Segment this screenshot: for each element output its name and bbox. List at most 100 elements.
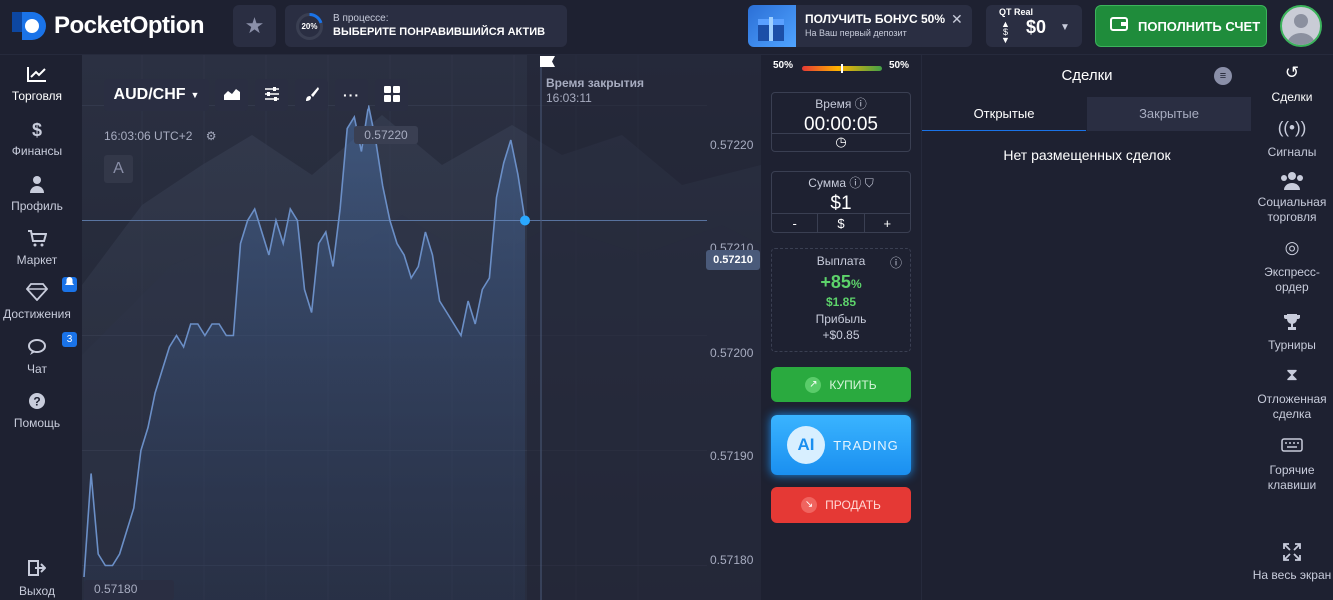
logo-icon [12, 10, 50, 42]
right-sidebar: ↺ Сделки ((•)) Сигналы Социальная торгов… [1251, 55, 1333, 600]
left-sidebar: Торговля $ Финансы Профиль Маркет Достиж… [0, 55, 77, 600]
nav-deals[interactable]: ↺ Сделки [1251, 64, 1333, 105]
nav-fullscreen[interactable]: На весь экран [1251, 543, 1333, 583]
close-icon[interactable]: ✕ [951, 11, 963, 28]
payout-box: Выплата ⓘ +85% $1.85 Прибыль +$0.85 [771, 248, 911, 352]
wallet-icon [1110, 16, 1128, 37]
svg-text:?: ? [33, 395, 40, 409]
onboarding-progress[interactable]: 20% В процессе: ВЫБЕРИТЕ ПОНРАВИВШИЙСЯ А… [285, 5, 567, 47]
account-selector[interactable]: QT Real ▲ $ ▼ $0 ▼ [986, 5, 1082, 47]
cart-icon [0, 229, 74, 251]
nav-signals[interactable]: ((•)) Сигналы [1251, 119, 1333, 160]
nav-express[interactable]: ◎ Экспресс-ордер [1251, 239, 1333, 295]
y-tick: 0.57190 [710, 449, 754, 463]
buy-button[interactable]: ↗ КУПИТЬ [771, 367, 911, 402]
nav-social[interactable]: Социальная торговля [1251, 170, 1333, 225]
sentiment-sell: 50% [888, 60, 909, 71]
nav-chat-label: Чат [27, 362, 47, 376]
sell-label: ПРОДАТЬ [825, 498, 881, 512]
ai-badge: AI [787, 426, 825, 464]
timeframe-tag[interactable]: 0.57180 [84, 580, 174, 600]
nav-market[interactable]: Маркет [0, 229, 74, 267]
indicators-button[interactable] [255, 79, 288, 111]
ai-trading-button[interactable]: AI TRADING [771, 415, 911, 475]
nav-achievements-label: Достижения [3, 307, 71, 321]
price-chart[interactable]: AUD/CHF ▼ ··· 16:03:06 UTC+2 ⚙ A 0.57220… [82, 55, 761, 600]
deposit-button[interactable]: ПОПОЛНИТЬ СЧЕТ [1095, 5, 1267, 47]
favorites-button[interactable]: ★ [233, 5, 276, 47]
nav-exit[interactable]: Выход [0, 560, 74, 598]
nav-help-label: Помощь [13, 416, 61, 430]
avatar[interactable] [1280, 5, 1322, 47]
nav-chat[interactable]: Чат 3 [0, 332, 77, 376]
chevron-down-icon: ▼ [190, 90, 200, 100]
server-time-value: 16:03:06 UTC+2 [104, 129, 193, 143]
nav-tournaments[interactable]: Турниры [1251, 313, 1333, 353]
close-time: Время закрытия 16:03:11 [540, 56, 644, 106]
help-icon: ⓘ [849, 176, 862, 190]
nav-pending-label: Отложенная сделка [1257, 392, 1327, 421]
asset-selector[interactable]: AUD/CHF ▼ [104, 79, 209, 111]
clock-icon[interactable]: ◷ [772, 133, 910, 151]
gear-icon[interactable]: ⚙ [206, 129, 217, 143]
tab-open[interactable]: Открытые [922, 97, 1086, 131]
list-icon[interactable]: ≡ [1214, 67, 1232, 85]
nav-trading[interactable]: Торговля [0, 65, 74, 103]
asset-pair: AUD/CHF [113, 86, 186, 103]
time-control: Время ⓘ 00:00:05 ◷ [771, 92, 911, 152]
nav-achievements[interactable]: Достижения [0, 277, 77, 321]
more-button[interactable]: ··· [335, 79, 368, 111]
sliders-icon [264, 86, 280, 104]
decrease-button[interactable]: - [772, 214, 819, 233]
users-icon [1251, 170, 1333, 192]
bonus-subtitle: На Ваш первый депозит [805, 28, 907, 38]
nav-tournaments-label: Турниры [1268, 338, 1316, 352]
nav-finance[interactable]: $ Финансы [0, 120, 74, 158]
arrow-up-right-icon: ↗ [805, 376, 822, 393]
empty-state: Нет размещенных сделок [1003, 147, 1171, 163]
layout-button[interactable] [375, 79, 408, 111]
trophy-icon [1251, 313, 1333, 335]
sell-button[interactable]: ↘ ПРОДАТЬ [771, 487, 911, 523]
nav-pending[interactable]: ⧗ Отложенная сделка [1251, 366, 1333, 422]
currency-button[interactable]: $ [818, 214, 865, 233]
area-chart-icon [223, 87, 241, 104]
profit-value: +$0.85 [822, 328, 860, 342]
payout-percent: +85% [820, 272, 862, 292]
progress-task: ВЫБЕРИТЕ ПОНРАВИВШИЙСЯ АКТИВ [333, 26, 546, 38]
logout-icon [0, 560, 74, 582]
nav-help[interactable]: ? Помощь [0, 392, 74, 430]
nav-profile[interactable]: Профиль [0, 175, 74, 213]
buy-label: КУПИТЬ [829, 377, 877, 392]
chart-type-button[interactable] [215, 79, 248, 111]
user-icon [0, 175, 74, 197]
nav-hotkeys[interactable]: Горячие клавиши [1251, 438, 1333, 493]
drawing-button[interactable] [295, 79, 328, 111]
max-price-label: 0.57220 [354, 126, 418, 144]
current-price-dot [520, 215, 530, 226]
amount-value[interactable]: $1 [772, 193, 910, 215]
help-icon: ⓘ [854, 97, 867, 111]
nav-hotkeys-label: Горячие клавиши [1267, 463, 1317, 492]
trade-panel: 50% 50% Время ⓘ 00:00:05 ◷ Сумма ⓘ ⛉ $1 … [761, 55, 921, 600]
tab-closed[interactable]: Закрытые [1087, 97, 1251, 131]
y-tick: 0.57180 [710, 553, 754, 567]
account-balance: $0 [1026, 17, 1047, 37]
chart-line-icon [0, 65, 74, 87]
help-icon: ? [0, 392, 74, 414]
keyboard-icon [1251, 438, 1333, 460]
indicator-toggle[interactable]: A [104, 155, 133, 183]
payout-amount: $1.85 [825, 295, 857, 309]
swap-icon: ▲ $ ▼ [1001, 19, 1010, 45]
fullscreen-icon [1251, 543, 1333, 565]
nav-finance-label: Финансы [11, 144, 63, 158]
logo[interactable]: PocketOption [12, 10, 205, 42]
nav-profile-label: Профиль [11, 199, 63, 213]
increase-button[interactable]: + [865, 214, 910, 233]
brand-name: PocketOption [54, 12, 205, 39]
ai-label: TRADING [833, 437, 899, 453]
deposit-label: ПОПОЛНИТЬ СЧЕТ [1138, 18, 1261, 34]
bonus-banner[interactable]: ПОЛУЧИТЬ БОНУС 50% На Ваш первый депозит… [748, 5, 972, 47]
nav-trading-label: Торговля [11, 89, 63, 103]
top-bar: PocketOption ★ 20% В процессе: ВЫБЕРИТЕ … [0, 0, 1333, 55]
